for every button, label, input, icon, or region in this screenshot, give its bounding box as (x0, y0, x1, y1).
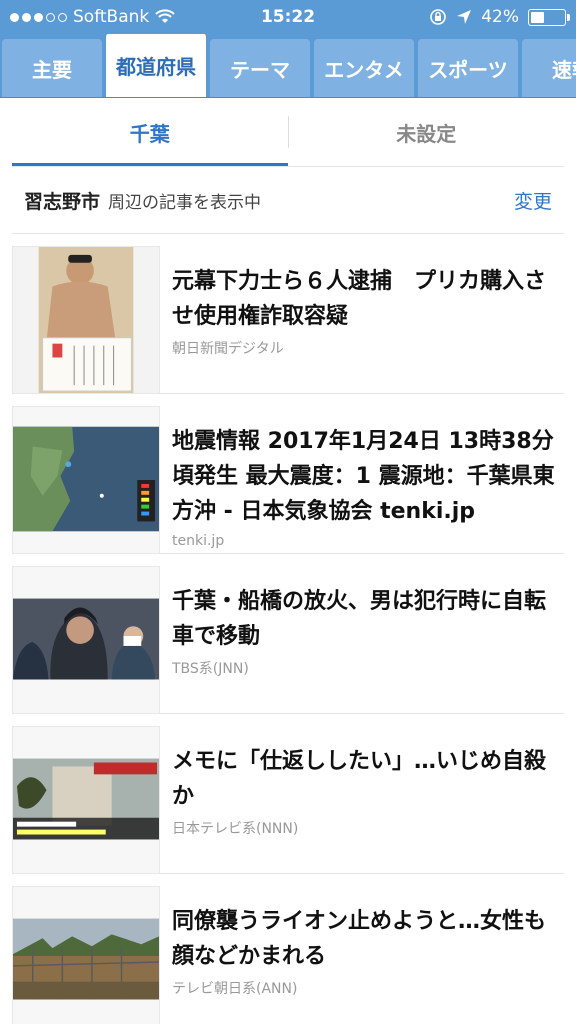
earthquake-map-image (13, 407, 159, 553)
orientation-lock-icon (430, 9, 447, 25)
signal-strength-icon (10, 12, 67, 22)
battery-fill (531, 11, 545, 23)
tab-sports[interactable]: スポーツ (418, 39, 518, 97)
news-item[interactable]: メモに「仕返ししたい」…いじめ自殺か 日本テレビ系(NNN) (12, 714, 564, 874)
news-source: テレビ朝日系(ANN) (172, 981, 298, 997)
subtab-chiba[interactable]: 千葉 (12, 98, 288, 166)
battery-icon (528, 8, 570, 26)
tab-prefecture[interactable]: 都道府県 (106, 34, 206, 97)
status-right: 42% (429, 7, 570, 27)
news-item[interactable]: 同僚襲うライオン止めようと…女性も顔などかまれる テレビ朝日系(ANN) (12, 874, 564, 1024)
status-left: SoftBank (10, 7, 175, 27)
news-headline[interactable]: 同僚襲うライオン止めようと…女性も顔などかまれる (172, 904, 564, 974)
news-headline[interactable]: メモに「仕返ししたい」…いじめ自殺か (172, 744, 564, 814)
news-thumbnail[interactable] (12, 566, 160, 714)
news-list: 元幕下力士ら６人逮捕 プリカ購入させ使用権詐取容疑 朝日新聞デジタル 地震情報 (12, 234, 564, 1024)
change-location-link[interactable]: 変更 (514, 187, 552, 214)
subtab-unset[interactable]: 未設定 (289, 98, 565, 166)
arrest-photo-image (13, 567, 159, 713)
tab-breaking[interactable]: 速報 (522, 39, 576, 97)
category-tab-bar: 主要 都道府県 テーマ エンタメ スポーツ 速報 (0, 34, 576, 98)
news-headline[interactable]: 地震情報 2017年1月24日 13時38分頃発生 最大震度：1 震源地：千葉県… (172, 424, 564, 529)
location-arrow-icon (457, 10, 472, 24)
news-thumbnail[interactable] (12, 246, 160, 394)
news-source: 日本テレビ系(NNN) (172, 821, 299, 837)
news-thumbnail[interactable] (12, 406, 160, 554)
location-city: 習志野市 (24, 190, 101, 213)
battery-percent: 42% (481, 7, 519, 27)
location-row: 習志野市 周辺の記事を表示中 変更 (12, 167, 564, 234)
tab-main[interactable]: 主要 (2, 39, 102, 97)
news-thumbnail[interactable] (12, 726, 160, 874)
tv-news-photo-image (13, 727, 159, 873)
tab-entertainment[interactable]: エンタメ (314, 39, 414, 97)
news-source: tenki.jp (172, 533, 225, 549)
zoo-photo-image (13, 887, 159, 1024)
news-item[interactable]: 千葉・船橋の放火、男は犯行時に自転車で移動 TBS系(JNN) (12, 554, 564, 714)
news-thumbnail[interactable] (12, 886, 160, 1024)
location-note: 周辺の記事を表示中 (108, 192, 262, 213)
wrestler-photo-image (13, 247, 159, 393)
news-source: TBS系(JNN) (172, 661, 249, 677)
news-item[interactable]: 元幕下力士ら６人逮捕 プリカ購入させ使用権詐取容疑 朝日新聞デジタル (12, 234, 564, 394)
status-bar: SoftBank 15:22 42% (0, 0, 576, 34)
news-item[interactable]: 地震情報 2017年1月24日 13時38分頃発生 最大震度：1 震源地：千葉県… (12, 394, 564, 554)
news-source: 朝日新聞デジタル (172, 341, 284, 357)
wifi-icon (155, 9, 175, 23)
tab-theme[interactable]: テーマ (210, 39, 310, 97)
news-headline[interactable]: 千葉・船橋の放火、男は犯行時に自転車で移動 (172, 584, 564, 654)
news-headline[interactable]: 元幕下力士ら６人逮捕 プリカ購入させ使用権詐取容疑 (172, 264, 564, 334)
carrier-name: SoftBank (73, 7, 150, 27)
prefecture-subtabs: 千葉 未設定 (0, 98, 576, 166)
